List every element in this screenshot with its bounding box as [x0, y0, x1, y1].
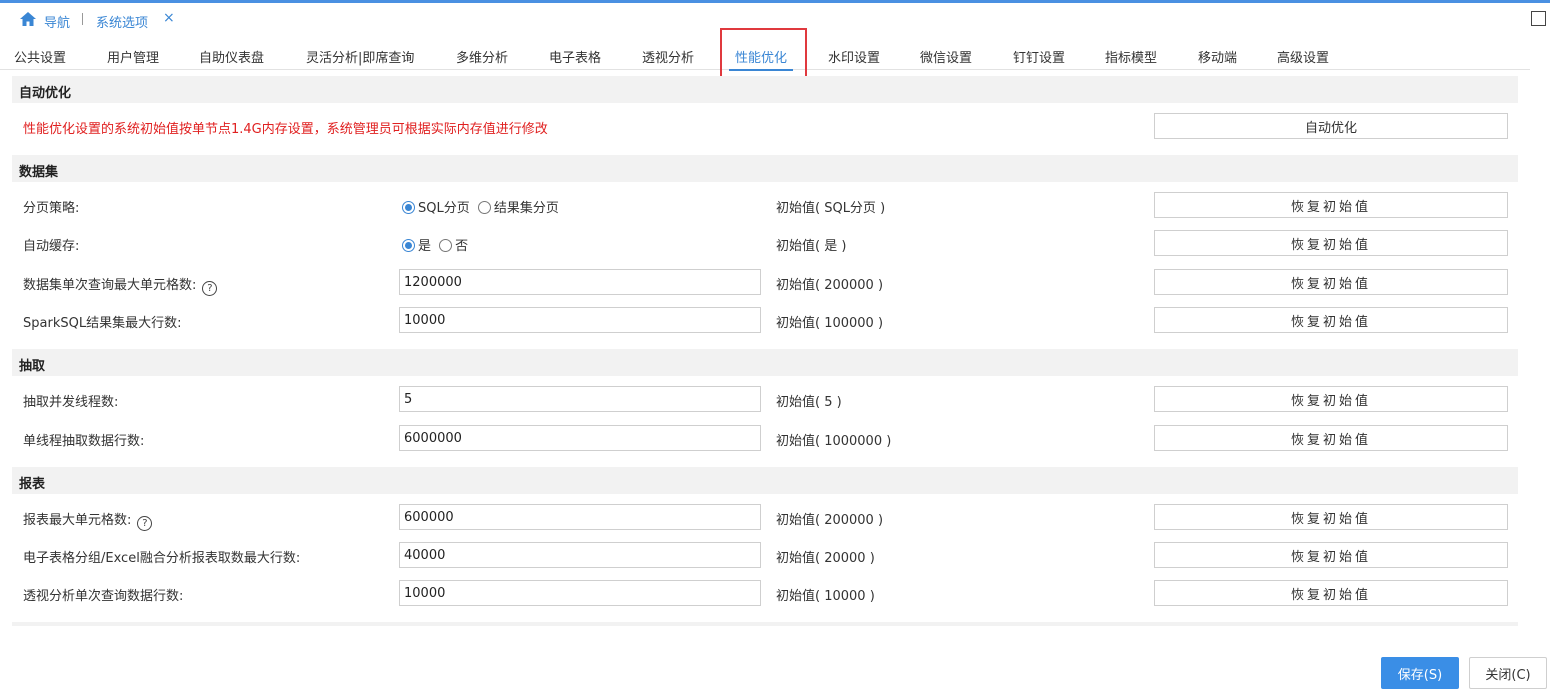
help-icon[interactable]: ?: [137, 516, 153, 531]
restore-default-button-pivot-query-rows[interactable]: 恢复初始值: [1154, 580, 1508, 606]
help-icon[interactable]: ?: [202, 281, 218, 296]
radio-resultset-paging[interactable]: [477, 201, 491, 214]
initial-value-dataset-max-cells: 初始值( 200000 ): [776, 278, 884, 293]
nav-separator: [82, 13, 83, 25]
save-button[interactable]: 保存(S): [1381, 657, 1459, 689]
paging-strategy-radio-group: SQL分页 结果集分页: [402, 197, 559, 216]
tab-mobile[interactable]: 移动端: [1198, 47, 1237, 66]
initial-value-cache: 初始值( 是 ): [776, 239, 847, 254]
radio-cache-yes-label[interactable]: 是: [418, 239, 431, 254]
tab-flexible-analysis[interactable]: 灵活分析|即席查询: [306, 47, 414, 66]
close-button[interactable]: 关闭(C): [1469, 657, 1547, 689]
nav-bar: 导航 系统选项 ×: [0, 3, 1550, 37]
auto-cache-radio-group: 是 否: [402, 235, 468, 254]
section-title: 自动优化: [19, 86, 72, 101]
radio-cache-no-label[interactable]: 否: [455, 239, 468, 254]
dataset-max-cells-label-text: 数据集单次查询最大单元格数:: [23, 278, 197, 293]
extract-threads-input[interactable]: [399, 386, 761, 412]
section-title: 报表: [19, 477, 46, 492]
section-title: 数据集: [19, 165, 59, 180]
extract-rows-label: 单线程抽取数据行数:: [23, 434, 145, 449]
tab-metric-model[interactable]: 指标模型: [1105, 47, 1157, 66]
warning-text: 性能优化设置的系统初始值按单节点1.4G内存设置，系统管理员可根据实际内存值进行…: [23, 122, 548, 137]
tab-wechat-settings[interactable]: 微信设置: [920, 47, 972, 66]
maximize-icon[interactable]: [1531, 11, 1546, 26]
sparksql-max-rows-input[interactable]: [399, 307, 761, 333]
restore-default-button-excel-max-rows[interactable]: 恢复初始值: [1154, 542, 1508, 568]
restore-default-button-cache[interactable]: 恢复初始值: [1154, 230, 1508, 256]
settings-tabs: 公共设置 用户管理 自助仪表盘 灵活分析|即席查询 多维分析 电子表格 透视分析…: [0, 37, 1530, 71]
extract-threads-label: 抽取并发线程数:: [23, 395, 119, 410]
section-title: 抽取: [19, 359, 46, 374]
section-header-dataset: 数据集: [12, 155, 1518, 182]
close-tab-icon[interactable]: ×: [163, 10, 175, 26]
initial-value-pivot-query-rows: 初始值( 10000 ): [776, 589, 875, 604]
restore-default-button-report-max-cells[interactable]: 恢复初始值: [1154, 504, 1508, 530]
radio-resultset-paging-label[interactable]: 结果集分页: [494, 201, 559, 216]
nav-home-link[interactable]: 导航: [44, 12, 70, 31]
initial-value-report-max-cells: 初始值( 200000 ): [776, 513, 884, 528]
radio-sql-paging[interactable]: [402, 201, 415, 214]
initial-value-extract-rows: 初始值( 1000000 ): [776, 434, 892, 449]
initial-value-excel-max-rows: 初始值( 20000 ): [776, 551, 875, 566]
report-max-cells-label: 报表最大单元格数:?: [23, 509, 153, 531]
tab-multidimensional-analysis[interactable]: 多维分析: [456, 47, 508, 66]
home-icon[interactable]: [19, 11, 37, 27]
report-max-cells-input[interactable]: [399, 504, 761, 530]
radio-cache-no[interactable]: [439, 239, 453, 252]
pivot-query-rows-label: 透视分析单次查询数据行数:: [23, 589, 184, 604]
excel-max-rows-input[interactable]: [399, 542, 761, 568]
initial-value-sparksql-max-rows: 初始值( 100000 ): [776, 316, 884, 331]
tab-advanced-settings[interactable]: 高级设置: [1277, 47, 1329, 66]
auto-optimize-button[interactable]: 自动优化: [1154, 113, 1508, 139]
section-header-auto-optimization: 自动优化: [12, 76, 1518, 103]
auto-cache-label: 自动缓存:: [23, 239, 80, 254]
restore-default-button-dataset-max-cells[interactable]: 恢复初始值: [1154, 269, 1508, 295]
tab-performance-optimization[interactable]: 性能优化: [735, 47, 787, 66]
restore-default-button-extract-rows[interactable]: 恢复初始值: [1154, 425, 1508, 451]
section-header-report: 报表: [12, 467, 1518, 494]
nav-tab-system-options[interactable]: 系统选项: [96, 12, 148, 31]
tab-pivot-analysis[interactable]: 透视分析: [642, 47, 694, 66]
tab-watermark-settings[interactable]: 水印设置: [828, 47, 880, 66]
initial-value-paging: 初始值( SQL分页 ): [776, 201, 886, 216]
dataset-max-cells-input[interactable]: [399, 269, 761, 295]
paging-strategy-label: 分页策略:: [23, 201, 80, 216]
tab-dingtalk-settings[interactable]: 钉钉设置: [1013, 47, 1065, 66]
tab-spreadsheet[interactable]: 电子表格: [549, 47, 601, 66]
radio-sql-paging-label[interactable]: SQL分页: [418, 201, 470, 216]
radio-cache-yes[interactable]: [402, 239, 415, 252]
tab-self-service-dashboard[interactable]: 自助仪表盘: [199, 47, 264, 66]
restore-default-button-paging[interactable]: 恢复初始值: [1154, 192, 1508, 218]
initial-value-extract-threads: 初始值( 5 ): [776, 395, 842, 410]
dataset-max-cells-label: 数据集单次查询最大单元格数:?: [23, 274, 218, 296]
restore-default-button-sparksql-max-rows[interactable]: 恢复初始值: [1154, 307, 1508, 333]
tab-user-management[interactable]: 用户管理: [107, 47, 159, 66]
extract-rows-input[interactable]: [399, 425, 761, 451]
excel-max-rows-label: 电子表格分组/Excel融合分析报表取数最大行数:: [23, 551, 301, 566]
section-header-extract: 抽取: [12, 349, 1518, 376]
pivot-query-rows-input[interactable]: [399, 580, 761, 606]
active-tab-underline: [729, 69, 793, 71]
tab-public-settings[interactable]: 公共设置: [14, 47, 66, 66]
sparksql-max-rows-label: SparkSQL结果集最大行数:: [23, 316, 182, 331]
restore-default-button-extract-threads[interactable]: 恢复初始值: [1154, 386, 1508, 412]
report-max-cells-label-text: 报表最大单元格数:: [23, 513, 132, 528]
